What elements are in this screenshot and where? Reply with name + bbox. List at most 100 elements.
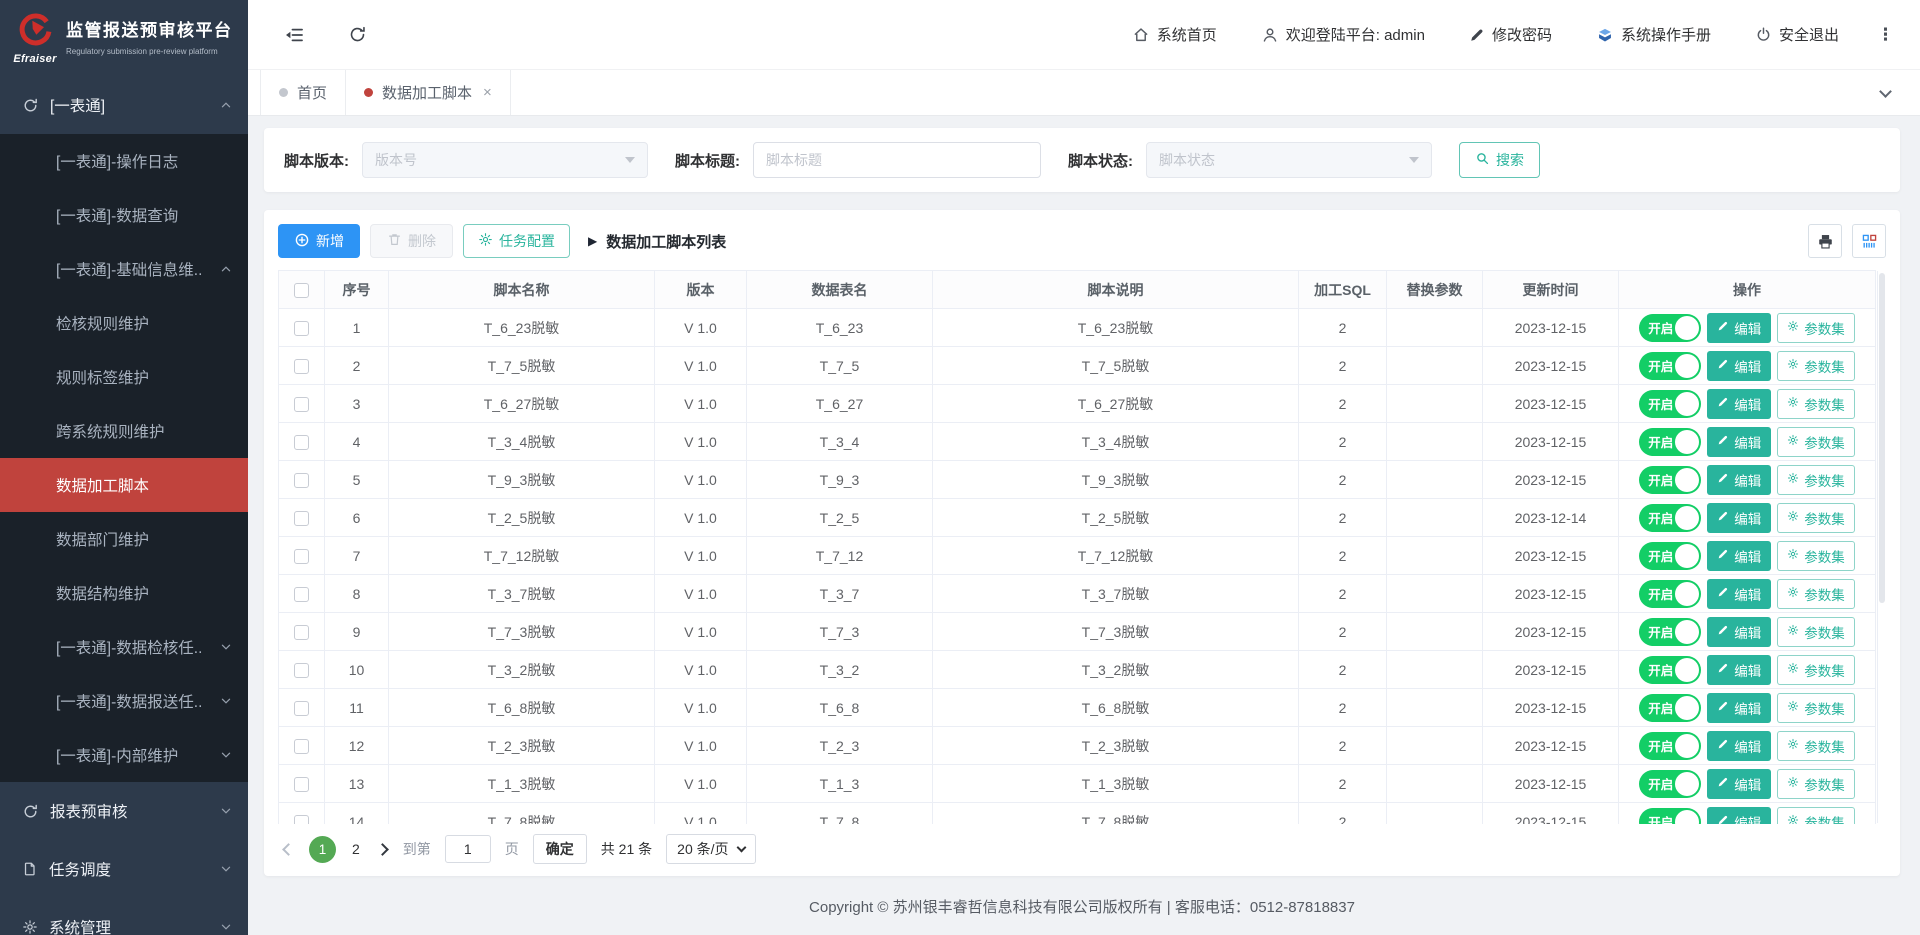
row-edit-button[interactable]: 编辑 [1707,617,1771,647]
sidebar-item[interactable]: 数据部门维护 [0,512,248,566]
row-checkbox[interactable] [294,815,309,824]
row-edit-button[interactable]: 编辑 [1707,693,1771,723]
sidebar-item[interactable]: [一表通]-基础信息维.. [0,242,248,296]
row-enable-toggle[interactable]: 开启 [1639,504,1701,532]
print-icon[interactable] [1808,224,1842,258]
row-params-button[interactable]: 参数集 [1777,465,1855,495]
tab-data-script[interactable]: 数据加工脚本 × [346,70,511,115]
row-enable-toggle[interactable]: 开启 [1639,428,1701,456]
refresh-icon[interactable] [348,25,367,44]
sidebar-item[interactable]: [一表通]-数据检核任.. [0,620,248,674]
row-enable-toggle[interactable]: 开启 [1639,314,1701,342]
row-enable-toggle[interactable]: 开启 [1639,808,1701,825]
nav-logout[interactable]: 安全退出 [1755,24,1839,45]
row-params-button[interactable]: 参数集 [1777,731,1855,761]
version-select[interactable]: 版本号 [362,142,648,178]
sidebar-item[interactable]: [一表通]-内部维护 [0,728,248,782]
row-checkbox[interactable] [294,739,309,754]
row-params-button[interactable]: 参数集 [1777,655,1855,685]
row-checkbox[interactable] [294,625,309,640]
tab-home[interactable]: 首页 [260,70,346,115]
row-params-button[interactable]: 参数集 [1777,541,1855,571]
row-params-button[interactable]: 参数集 [1777,313,1855,343]
row-params-button[interactable]: 参数集 [1777,389,1855,419]
row-params-button[interactable]: 参数集 [1777,617,1855,647]
sidebar-item[interactable]: [一表通]-数据报送任.. [0,674,248,728]
select-all-checkbox[interactable] [294,283,309,298]
task-config-button[interactable]: 任务配置 [463,224,570,258]
row-params-button[interactable]: 参数集 [1777,427,1855,457]
row-checkbox[interactable] [294,473,309,488]
row-enable-toggle[interactable]: 开启 [1639,732,1701,760]
collapse-sidebar-icon[interactable] [284,25,304,45]
page-size-select[interactable]: 20 条/页 [666,834,755,864]
row-checkbox[interactable] [294,549,309,564]
row-checkbox[interactable] [294,359,309,374]
sidebar-item[interactable]: 数据结构维护 [0,566,248,620]
row-enable-toggle[interactable]: 开启 [1639,542,1701,570]
goto-page-input[interactable] [445,835,491,863]
row-enable-toggle[interactable]: 开启 [1639,770,1701,798]
row-enable-toggle[interactable]: 开启 [1639,390,1701,418]
next-page-icon[interactable] [376,843,389,856]
search-button[interactable]: 搜索 [1459,142,1540,178]
confirm-page-button[interactable]: 确定 [533,834,587,864]
row-enable-toggle[interactable]: 开启 [1639,694,1701,722]
row-params-button[interactable]: 参数集 [1777,807,1855,825]
row-enable-toggle[interactable]: 开启 [1639,352,1701,380]
row-params-button[interactable]: 参数集 [1777,351,1855,381]
row-edit-button[interactable]: 编辑 [1707,313,1771,343]
sidebar-item[interactable]: 系统管理 [0,898,248,935]
row-edit-button[interactable]: 编辑 [1707,655,1771,685]
page-button-2[interactable]: 2 [350,841,362,857]
row-edit-button[interactable]: 编辑 [1707,389,1771,419]
script-title-input[interactable] [753,142,1041,178]
row-params-button[interactable]: 参数集 [1777,579,1855,609]
nav-change-password[interactable]: 修改密码 [1469,24,1552,45]
sidebar-item[interactable]: [一表通]-操作日志 [0,134,248,188]
row-edit-button[interactable]: 编辑 [1707,503,1771,533]
row-checkbox[interactable] [294,587,309,602]
prev-page-icon[interactable] [282,843,295,856]
row-enable-toggle[interactable]: 开启 [1639,618,1701,646]
row-enable-toggle[interactable]: 开启 [1639,580,1701,608]
row-checkbox[interactable] [294,435,309,450]
row-enable-toggle[interactable]: 开启 [1639,656,1701,684]
nav-system-home[interactable]: 系统首页 [1132,24,1217,45]
row-edit-button[interactable]: 编辑 [1707,351,1771,381]
sidebar-item[interactable]: 任务调度 [0,840,248,898]
row-params-button[interactable]: 参数集 [1777,503,1855,533]
column-settings-icon[interactable] [1852,224,1886,258]
row-edit-button[interactable]: 编辑 [1707,427,1771,457]
sidebar-item[interactable]: 报表预审核 [0,782,248,840]
row-checkbox[interactable] [294,511,309,526]
sidebar-item[interactable]: [一表通] [0,76,248,134]
row-edit-button[interactable]: 编辑 [1707,731,1771,761]
scrollbar-thumb[interactable] [1879,273,1885,603]
row-edit-button[interactable]: 编辑 [1707,769,1771,799]
delete-button[interactable]: 删除 [370,224,453,258]
row-edit-button[interactable]: 编辑 [1707,807,1771,825]
tab-list-chevron-down-icon[interactable] [1877,86,1894,100]
row-enable-toggle[interactable]: 开启 [1639,466,1701,494]
sidebar-item[interactable]: 检核规则维护 [0,296,248,350]
row-checkbox[interactable] [294,777,309,792]
row-edit-button[interactable]: 编辑 [1707,579,1771,609]
nav-manual[interactable]: 系统操作手册 [1596,24,1711,45]
row-checkbox[interactable] [294,663,309,678]
sidebar-item[interactable]: 数据加工脚本 [0,458,248,512]
row-params-button[interactable]: 参数集 [1777,693,1855,723]
status-select[interactable]: 脚本状态 [1146,142,1432,178]
sidebar-item[interactable]: 跨系统规则维护 [0,404,248,458]
nav-welcome-user[interactable]: 欢迎登陆平台: admin [1261,24,1425,45]
row-edit-button[interactable]: 编辑 [1707,541,1771,571]
sidebar-item[interactable]: [一表通]-数据查询 [0,188,248,242]
row-edit-button[interactable]: 编辑 [1707,465,1771,495]
page-button-1[interactable]: 1 [309,836,336,863]
sidebar-item[interactable]: 规则标签维护 [0,350,248,404]
close-tab-icon[interactable]: × [483,84,492,101]
row-checkbox[interactable] [294,397,309,412]
row-checkbox[interactable] [294,701,309,716]
more-vertical-icon[interactable]: ⋮ [1877,25,1894,45]
row-params-button[interactable]: 参数集 [1777,769,1855,799]
